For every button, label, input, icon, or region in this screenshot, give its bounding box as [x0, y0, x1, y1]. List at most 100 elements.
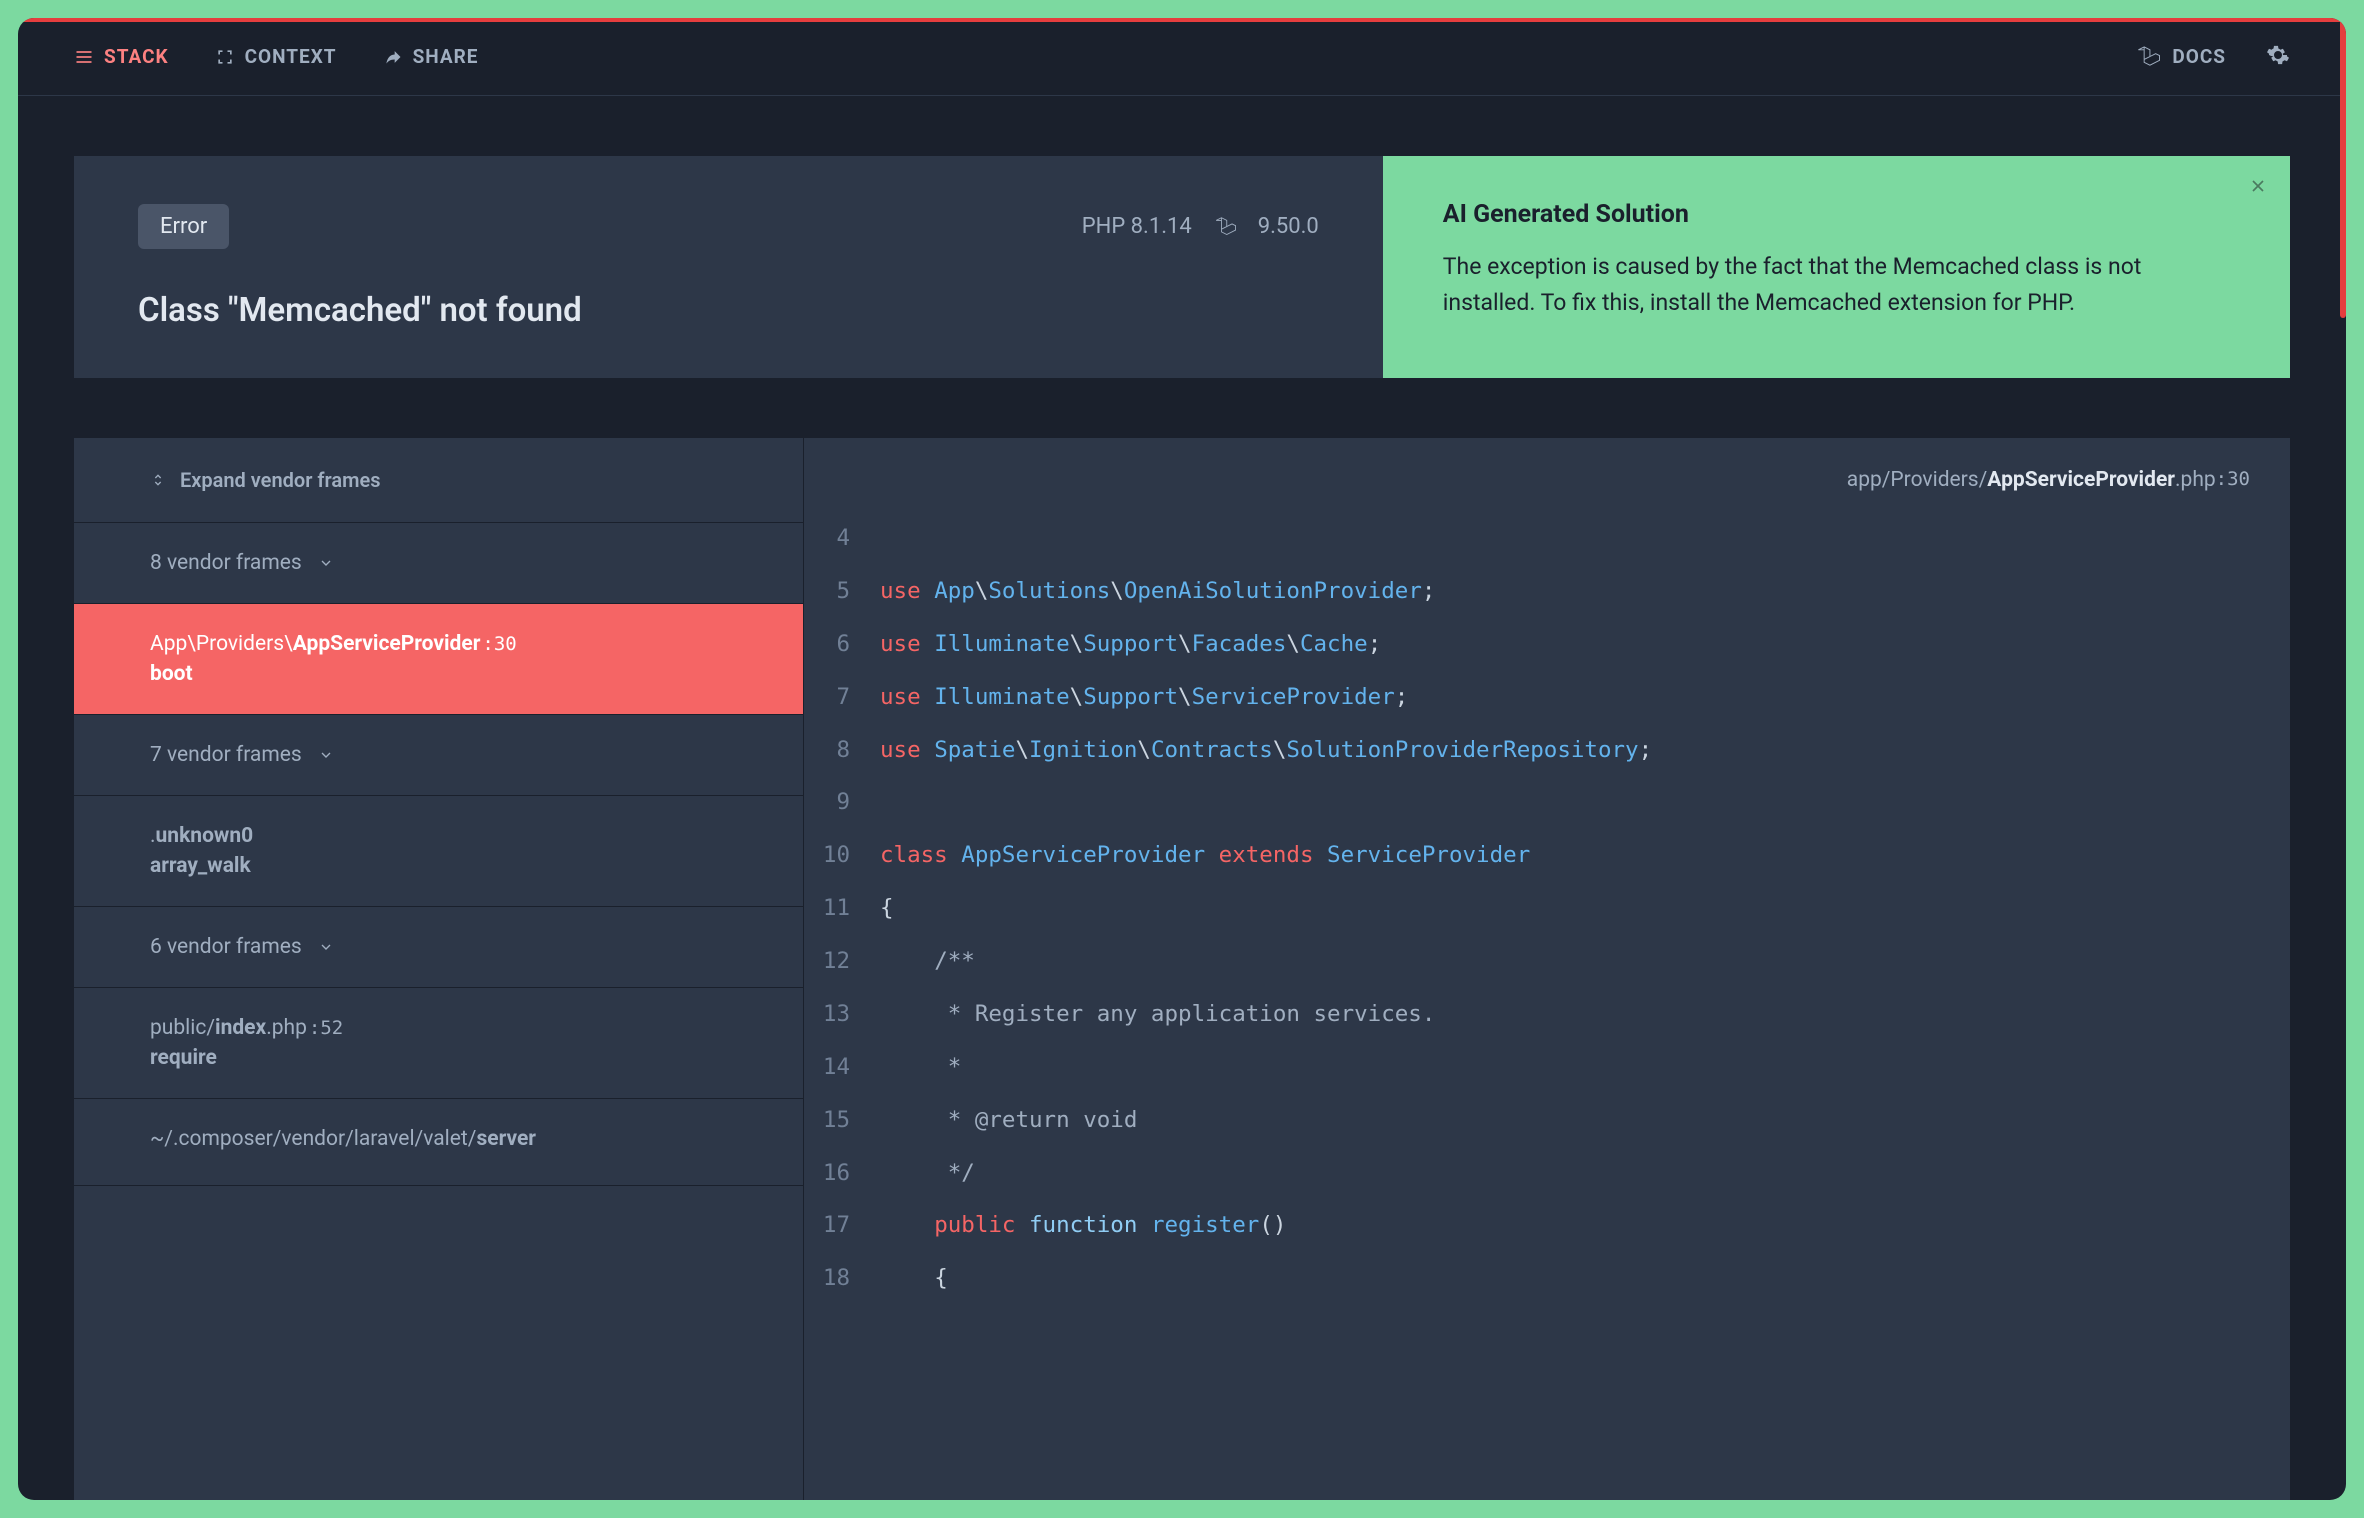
- top-accent-border: [18, 18, 2346, 22]
- code-column: app/Providers/AppServiceProvider.php:30 …: [804, 438, 2290, 1500]
- tab-stack-label: STACK: [104, 45, 169, 68]
- frame-method: boot: [150, 662, 727, 686]
- stack-row: Expand vendor frames 8 vendor frames App\…: [74, 438, 2290, 1500]
- line-number: 7: [816, 671, 880, 724]
- vendor-frames-label: 8 vendor frames: [150, 551, 302, 575]
- line-content: class AppServiceProvider extends Service…: [880, 829, 1530, 882]
- tab-context[interactable]: CONTEXT: [215, 45, 337, 68]
- line-number: 15: [816, 1094, 880, 1147]
- header-bar: STACK CONTEXT SHARE DOCS: [18, 18, 2346, 96]
- code-line: 6use Illuminate\Support\Facades\Cache;: [816, 618, 2290, 671]
- line-content: {: [880, 1252, 948, 1305]
- code-line: 14 *: [816, 1041, 2290, 1094]
- line-number: 18: [816, 1252, 880, 1305]
- line-number: 17: [816, 1199, 880, 1252]
- code-line: 8use Spatie\Ignition\Contracts\SolutionP…: [816, 724, 2290, 777]
- scrollbar-thumb[interactable]: [2340, 18, 2346, 318]
- frame-path: .unknown0: [150, 824, 727, 848]
- frame-method: require: [150, 1046, 727, 1070]
- solution-close-button[interactable]: [2248, 176, 2268, 200]
- stack-frame[interactable]: ~/.composer/vendor/laravel/valet/server: [74, 1099, 803, 1186]
- settings-button[interactable]: [2266, 43, 2290, 71]
- line-number: 16: [816, 1147, 880, 1200]
- laravel-icon: [1214, 216, 1236, 238]
- close-icon: [2248, 176, 2268, 196]
- code-lines: 45use App\Solutions\OpenAiSolutionProvid…: [804, 512, 2290, 1305]
- chevron-down-icon: [318, 939, 334, 955]
- line-content: public function register(): [880, 1199, 1286, 1252]
- line-content: use Spatie\Ignition\Contracts\SolutionPr…: [880, 724, 1652, 777]
- code-path-filename: AppServiceProvider: [1987, 468, 2175, 492]
- stack-icon: [74, 47, 94, 67]
- vendor-frames-label: 7 vendor frames: [150, 743, 302, 767]
- vendor-frames-group[interactable]: 6 vendor frames: [74, 907, 803, 988]
- code-line: 12 /**: [816, 935, 2290, 988]
- share-icon: [383, 47, 403, 67]
- code-line: 17 public function register(): [816, 1199, 2290, 1252]
- frames-list: 8 vendor frames App\Providers\AppServiceP…: [74, 523, 803, 1186]
- stack-frame[interactable]: public/index.php:52 require: [74, 988, 803, 1099]
- code-line: 4: [816, 512, 2290, 565]
- error-card: Error PHP 8.1.14 9.50.0 Class "Memcached…: [74, 156, 1383, 378]
- solution-body: The exception is caused by the fact that…: [1443, 249, 2230, 320]
- gear-icon: [2266, 43, 2290, 67]
- code-line: 10class AppServiceProvider extends Servi…: [816, 829, 2290, 882]
- line-number: 5: [816, 565, 880, 618]
- expand-icon: [215, 47, 235, 67]
- frames-column: Expand vendor frames 8 vendor frames App\…: [74, 438, 804, 1500]
- chevron-down-icon: [318, 555, 334, 571]
- version-info: PHP 8.1.14 9.50.0: [1082, 214, 1319, 239]
- line-content: use App\Solutions\OpenAiSolutionProvider…: [880, 565, 1435, 618]
- expand-vendor-frames[interactable]: Expand vendor frames: [74, 438, 803, 523]
- code-line: 16 */: [816, 1147, 2290, 1200]
- line-number: 12: [816, 935, 880, 988]
- code-path-bar: app/Providers/AppServiceProvider.php:30: [804, 438, 2290, 512]
- code-line: 7use Illuminate\Support\ServiceProvider;: [816, 671, 2290, 724]
- code-path-prefix: app/Providers/: [1847, 468, 1988, 492]
- chevron-down-icon: [318, 747, 334, 763]
- solution-title: AI Generated Solution: [1443, 200, 2230, 229]
- code-path-suffix: .php: [2175, 468, 2216, 492]
- frame-path: App\Providers\AppServiceProvider:30: [150, 632, 727, 656]
- line-number: 13: [816, 988, 880, 1041]
- stack-frame[interactable]: .unknown0 array_walk: [74, 796, 803, 907]
- frame-path: public/index.php:52: [150, 1016, 727, 1040]
- laravel-icon: [2136, 45, 2160, 69]
- code-line: 18 {: [816, 1252, 2290, 1305]
- code-line: 15 * @return void: [816, 1094, 2290, 1147]
- code-line: 13 * Register any application services.: [816, 988, 2290, 1041]
- tab-stack[interactable]: STACK: [74, 45, 169, 68]
- expand-label: Expand vendor frames: [180, 468, 381, 492]
- error-title: Class "Memcached" not found: [138, 291, 1319, 330]
- error-card-top: Error PHP 8.1.14 9.50.0: [138, 204, 1319, 249]
- frame-method: array_walk: [150, 854, 727, 878]
- tab-share[interactable]: SHARE: [383, 45, 479, 68]
- line-number: 4: [816, 512, 880, 565]
- line-number: 8: [816, 724, 880, 777]
- line-content: *: [880, 1041, 961, 1094]
- code-line: 9: [816, 776, 2290, 829]
- line-content: /**: [880, 935, 975, 988]
- line-content: use Illuminate\Support\ServiceProvider;: [880, 671, 1408, 724]
- docs-link[interactable]: DOCS: [2136, 45, 2226, 69]
- tab-share-label: SHARE: [413, 45, 479, 68]
- expand-collapse-icon: [150, 472, 166, 488]
- line-number: 6: [816, 618, 880, 671]
- header-right: DOCS: [2136, 43, 2290, 71]
- summary-row: Error PHP 8.1.14 9.50.0 Class "Memcached…: [74, 156, 2290, 378]
- main-content: Error PHP 8.1.14 9.50.0 Class "Memcached…: [18, 96, 2346, 1500]
- vendor-frames-group[interactable]: 8 vendor frames: [74, 523, 803, 604]
- code-line: 5use App\Solutions\OpenAiSolutionProvide…: [816, 565, 2290, 618]
- line-content: * Register any application services.: [880, 988, 1435, 1041]
- php-version: PHP 8.1.14: [1082, 214, 1192, 239]
- vendor-frames-label: 6 vendor frames: [150, 935, 302, 959]
- frame-path: ~/.composer/vendor/laravel/valet/server: [150, 1127, 727, 1151]
- line-content: */: [880, 1147, 975, 1200]
- stack-frame[interactable]: App\Providers\AppServiceProvider:30 boot: [74, 604, 803, 715]
- code-path-line: :30: [2216, 468, 2250, 492]
- vendor-frames-group[interactable]: 7 vendor frames: [74, 715, 803, 796]
- code-line: 11{: [816, 882, 2290, 935]
- error-badge: Error: [138, 204, 229, 249]
- tab-context-label: CONTEXT: [245, 45, 337, 68]
- header-tabs: STACK CONTEXT SHARE: [74, 45, 478, 68]
